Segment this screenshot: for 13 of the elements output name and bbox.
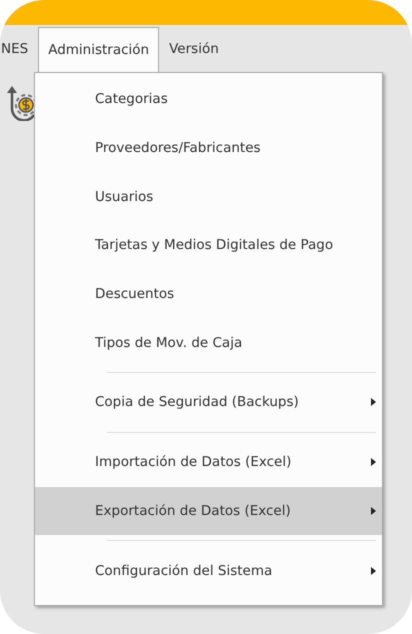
menu-item[interactable]: Categorias	[35, 75, 382, 124]
menu-tab[interactable]: Versión	[159, 25, 229, 72]
menu-tab[interactable]: NES	[0, 25, 38, 72]
menu-item[interactable]: Configuración del Sistema	[35, 546, 382, 595]
menu-item[interactable]: Usuarios	[35, 172, 382, 222]
menu-item[interactable]: Proveedores/Fabricantes	[35, 124, 382, 172]
menu-item[interactable]: Tarjetas y Medios Digitales de Pago	[35, 221, 382, 270]
menu-item[interactable]: Exportación de Datos (Excel)	[35, 486, 382, 536]
menu-tab[interactable]: Administración	[38, 27, 160, 72]
menu-item[interactable]: Importación de Datos (Excel)	[35, 438, 382, 486]
menu-item[interactable]: Copia de Seguridad (Backups)	[35, 378, 382, 427]
menu-item[interactable]: Tipos de Mov. de Caja	[35, 318, 382, 368]
menu-item[interactable]: Descuentos	[35, 270, 382, 318]
